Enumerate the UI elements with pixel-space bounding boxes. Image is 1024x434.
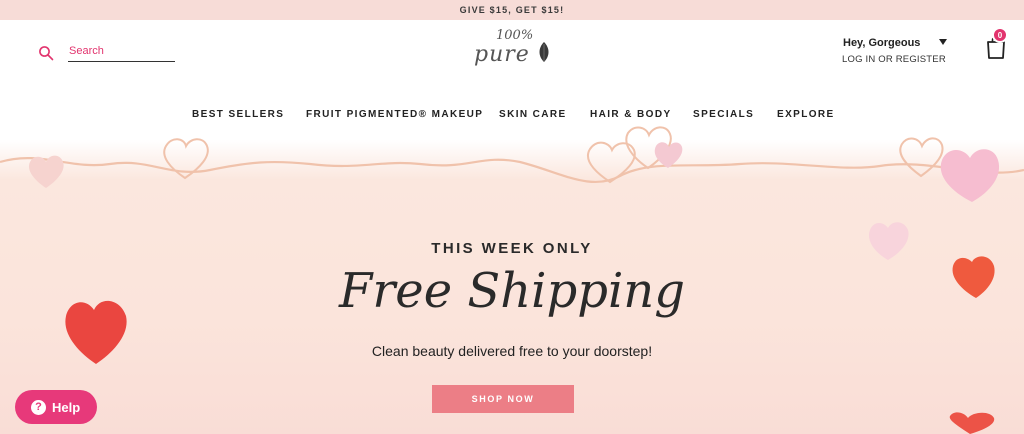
help-label: Help bbox=[52, 399, 81, 415]
nav-item-hair-body[interactable]: HAIR & BODY bbox=[590, 109, 672, 120]
logo-text-top: 100% bbox=[496, 28, 534, 43]
nav-item-best-sellers[interactable]: BEST SELLERS bbox=[192, 109, 284, 120]
nav-item-specials[interactable]: SPECIALS bbox=[693, 109, 754, 120]
help-icon: ? bbox=[31, 399, 46, 415]
site-header: 100% pure Hey, Gorgeous LOG IN OR REGIST… bbox=[0, 20, 1024, 120]
heart-icon bbox=[654, 142, 683, 168]
help-button[interactable]: ? Help bbox=[15, 390, 97, 424]
search-input[interactable] bbox=[68, 41, 175, 62]
heart-outline-icon bbox=[899, 137, 944, 178]
hero-subtitle: Clean beauty delivered free to your door… bbox=[371, 343, 653, 359]
search-icon[interactable] bbox=[38, 45, 54, 61]
leaf-icon bbox=[539, 42, 549, 62]
nav-item-fruit-pigmented-makeup[interactable]: FRUIT PIGMENTED® MAKEUP bbox=[306, 109, 483, 120]
account-greeting[interactable]: Hey, Gorgeous bbox=[843, 37, 920, 49]
shop-now-button[interactable]: SHOP NOW bbox=[432, 385, 574, 413]
cart-count-badge: 0 bbox=[992, 27, 1008, 43]
logo-text-bottom: pure bbox=[474, 42, 530, 67]
hero-title: Free Shipping bbox=[339, 263, 685, 319]
brand-logo[interactable]: 100% pure bbox=[470, 28, 556, 72]
hero-banner[interactable]: THIS WEEK ONLY Free Shipping Clean beaut… bbox=[0, 120, 1024, 434]
heart-icon bbox=[949, 412, 995, 434]
promo-text[interactable]: GIVE $15, GET $15! bbox=[460, 5, 565, 15]
decorative-string bbox=[0, 157, 1024, 184]
promo-banner[interactable]: GIVE $15, GET $15! bbox=[0, 0, 1024, 20]
chevron-down-icon[interactable] bbox=[939, 39, 947, 45]
nav-item-explore[interactable]: EXPLORE bbox=[777, 109, 835, 120]
heart-icon bbox=[940, 149, 1000, 202]
login-register-link[interactable]: LOG IN OR REGISTER bbox=[842, 54, 946, 65]
hero-kicker: THIS WEEK ONLY bbox=[431, 240, 593, 257]
nav-item-skin-care[interactable]: SKIN CARE bbox=[499, 109, 567, 120]
